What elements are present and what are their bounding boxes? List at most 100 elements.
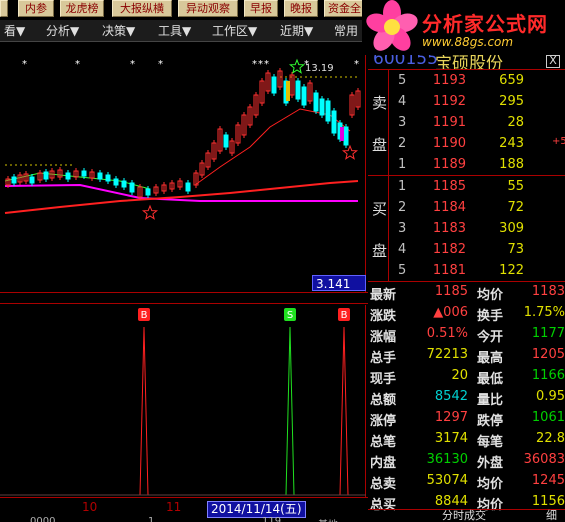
site-logo: 分析家公式网 www.88gs.com xyxy=(362,0,565,54)
marker-star-icon: * xyxy=(22,59,27,70)
candle-body xyxy=(325,100,331,122)
stat-label: 均价 xyxy=(477,288,504,303)
menu-workspace[interactable]: 工作区▼ xyxy=(212,23,257,39)
stat-value: 1245 xyxy=(531,473,565,488)
volume: 188 xyxy=(499,157,524,172)
stat-value: ▲006 xyxy=(433,305,468,320)
candle-body xyxy=(286,81,290,101)
stat-value: 3174 xyxy=(434,431,468,446)
volume: 659 xyxy=(499,73,524,88)
stock-code: 600155 xyxy=(373,55,438,69)
logo-title: 分析家公式网 xyxy=(422,12,548,36)
price: 1185 xyxy=(432,179,466,194)
stat-label: 涨跌 xyxy=(370,309,397,324)
high-price-label: 13.19 xyxy=(305,63,334,74)
stat-row: 最新 1185 均价 1183 xyxy=(368,281,565,303)
sell-row[interactable]: 2 1190 243 +5 xyxy=(368,133,565,154)
candle-body xyxy=(29,176,35,184)
signal-label: B xyxy=(141,310,148,321)
stat-value: 8542 xyxy=(434,389,468,404)
signal-svg: BSB xyxy=(0,308,366,496)
stat-label: 每笔 xyxy=(477,435,504,450)
volume: 243 xyxy=(499,136,524,151)
candle-body xyxy=(295,80,301,100)
stat-row: 涨停 1297 跌停 1061 xyxy=(368,407,565,429)
buy-row[interactable]: 2 1184 72 xyxy=(368,197,565,218)
buy-row[interactable]: 4 1182 73 xyxy=(368,239,565,260)
yidong-button[interactable]: 异动观察 xyxy=(178,0,238,17)
stat-label: 总手 xyxy=(370,351,397,366)
buy-row[interactable]: 3 1183 309 xyxy=(368,218,565,239)
buy-row[interactable]: 1 1185 55 xyxy=(368,176,565,197)
panel-divider[interactable] xyxy=(0,292,368,304)
volume: 73 xyxy=(507,242,524,257)
signal-spike xyxy=(285,326,295,496)
candle-body xyxy=(223,134,229,148)
menu-analysis[interactable]: 分析▼ xyxy=(46,23,79,39)
signal-label: B xyxy=(341,310,348,321)
price: 1184 xyxy=(432,200,466,215)
menu-decision[interactable]: 决策▼ xyxy=(102,23,135,39)
stat-label: 换手 xyxy=(477,309,504,324)
stat-label: 最高 xyxy=(477,351,504,366)
axis-bottom-label: 基地 xyxy=(318,516,338,522)
signal-chart[interactable]: BSB xyxy=(0,305,366,497)
longhubang-button[interactable]: 龙虎榜 xyxy=(60,0,104,17)
stat-value: 1185 xyxy=(434,284,468,299)
volume: 309 xyxy=(499,221,524,236)
candle-body xyxy=(129,182,135,193)
neican-button[interactable]: 内参 xyxy=(18,0,54,17)
stat-label: 跌停 xyxy=(477,414,504,429)
tab-tick-trades[interactable]: 分时成交 xyxy=(442,510,486,522)
close-button[interactable]: X xyxy=(546,55,560,68)
stat-value: 1297 xyxy=(434,410,468,425)
cursor-date: 2014/11/14(五) xyxy=(207,501,306,518)
stat-value: 36083 xyxy=(523,452,565,467)
menu-view[interactable]: 看▼ xyxy=(4,23,25,39)
wanbao-button[interactable]: 晚报 xyxy=(284,0,318,17)
dabao-button[interactable]: 大报纵横 xyxy=(112,0,172,17)
volume: 28 xyxy=(507,115,524,130)
menu-common[interactable]: 常用 xyxy=(334,23,358,39)
axis-label-month: 11 xyxy=(166,500,182,514)
candle-body xyxy=(145,188,151,196)
sell-row[interactable]: 5 1193 659 xyxy=(368,70,565,91)
change-marker: +5 xyxy=(552,136,565,147)
marker-star-icon: * xyxy=(158,59,163,70)
candle-body xyxy=(185,182,191,192)
price: 1193 xyxy=(432,73,466,88)
buy-row[interactable]: 5 1181 122 xyxy=(368,260,565,281)
sell-row[interactable]: 1 1189 188 xyxy=(368,154,565,175)
signal-spike xyxy=(339,326,349,496)
stat-value: 0.95 xyxy=(536,389,565,404)
stat-value: 22.8 xyxy=(536,431,565,446)
kline-chart[interactable]: * * * * * * * * * 13.19 xyxy=(0,55,366,292)
price: 1190 xyxy=(432,136,466,151)
stat-row: 涨跌 ▲006 换手 1.75% xyxy=(368,302,565,324)
stat-label: 总卖 xyxy=(370,477,397,492)
zijin-button[interactable]: 资金全 xyxy=(324,0,364,17)
level: 5 xyxy=(398,73,407,88)
stat-value: 1.75% xyxy=(523,305,565,320)
axis-bottom-label: 119 xyxy=(262,516,282,522)
marker-star-icon: * xyxy=(258,59,263,70)
sell-row[interactable]: 4 1192 295 xyxy=(368,91,565,112)
quote-stats: 最新 1185 均价 1183 涨跌 ▲006 换手 1.75% 涨幅 0.51% 今开 1177 总手… xyxy=(368,281,565,513)
stat-label: 内盘 xyxy=(370,456,397,471)
menu-tools[interactable]: 工具▼ xyxy=(158,23,191,39)
bottom-tabs: 分时成交 细 xyxy=(368,509,565,522)
volume: 295 xyxy=(499,94,524,109)
signal-label: S xyxy=(287,310,293,321)
stat-row: 总手 72213 最高 1205 xyxy=(368,344,565,366)
tab-detail[interactable]: 细 xyxy=(546,510,557,522)
candle-body xyxy=(319,98,325,116)
logo-url[interactable]: www.88gs.com xyxy=(422,35,513,49)
zaobao-button[interactable]: 早报 xyxy=(244,0,278,17)
marker-star-icon: * xyxy=(75,59,80,70)
menu-recent[interactable]: 近期▼ xyxy=(280,23,313,39)
sell-row[interactable]: 3 1191 28 xyxy=(368,112,565,133)
sell-star-icon xyxy=(288,58,306,74)
candle-body xyxy=(301,86,307,106)
level: 5 xyxy=(398,263,407,278)
buy-star-icon xyxy=(341,144,359,160)
